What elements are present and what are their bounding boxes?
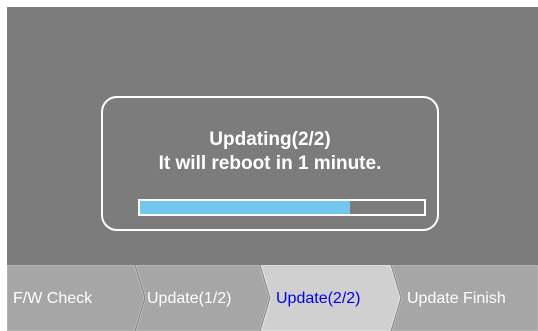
- step-update-2: Update(2/2): [276, 290, 361, 307]
- step-fw-check: F/W Check: [13, 290, 93, 307]
- step-update-1: Update(1/2): [147, 290, 232, 307]
- dialog-message: It will reboot in 1 minute.: [158, 153, 382, 174]
- progress-bar: [138, 199, 426, 216]
- progress-bar-fill: [140, 201, 351, 214]
- update-dialog: Updating(2/2) It will reboot in 1 minute…: [101, 96, 439, 231]
- update-screen: Updating(2/2) It will reboot in 1 minute…: [7, 7, 538, 331]
- dialog-title: Updating(2/2): [209, 129, 331, 150]
- step-update-finish: Update Finish: [407, 290, 506, 307]
- step-indicator: F/W Check Update(1/2) Update(2/2) Update…: [7, 265, 538, 331]
